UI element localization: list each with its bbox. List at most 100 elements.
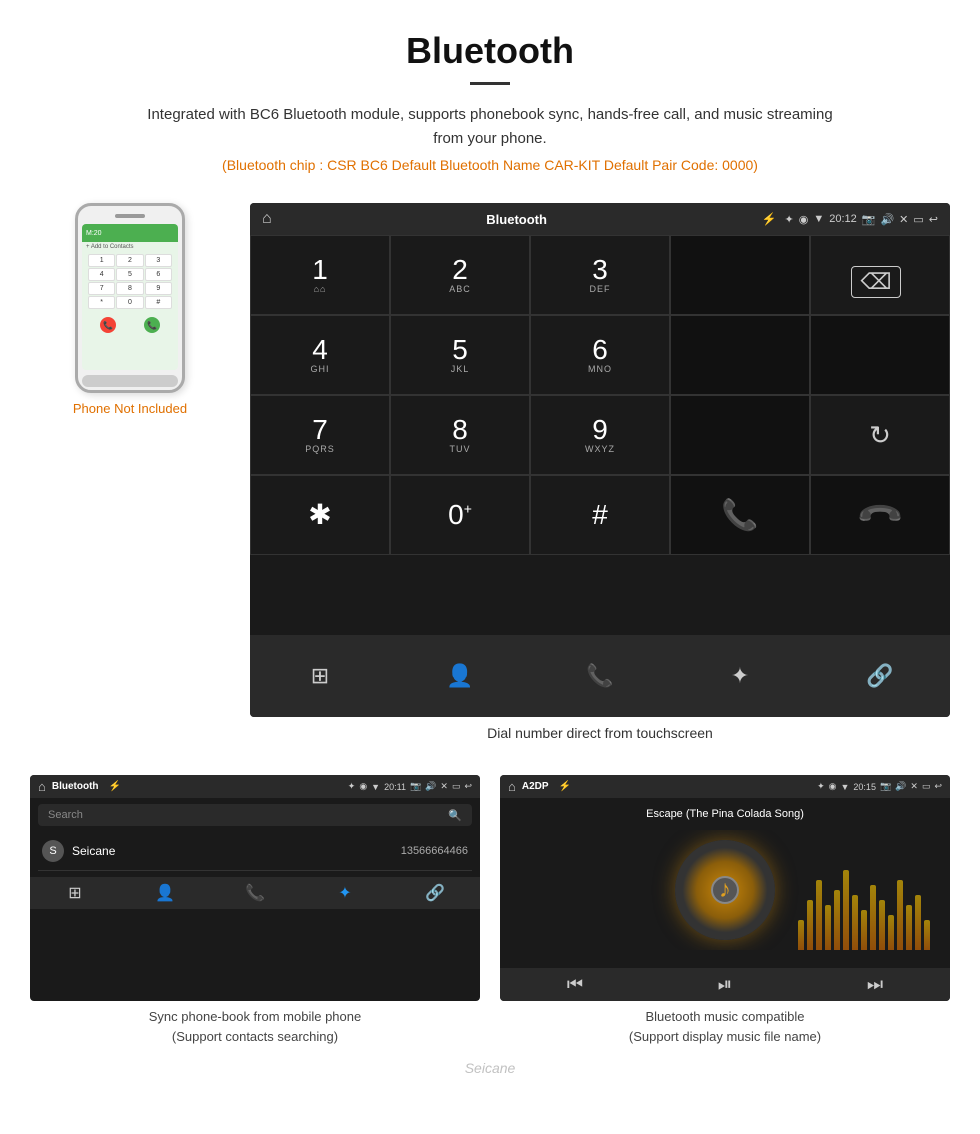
- music-note-icon: ♪: [719, 876, 731, 904]
- phonebook-search-bar[interactable]: Search 🔍: [38, 804, 472, 826]
- toolbar-phone-btn[interactable]: 📞: [530, 655, 670, 697]
- eq-bar: [879, 900, 885, 950]
- phone-reject-btn: 📞: [100, 317, 116, 333]
- eq-bar: [888, 915, 894, 950]
- phonebook-status-bar: ⌂ Bluetooth ⚡ ✦ ◉ ▼ 20:11 📷 🔊 ✕ ▭ ↩: [30, 775, 480, 798]
- phone-dial-key: 1: [88, 254, 115, 267]
- eq-bar: [834, 890, 840, 950]
- music-caption-line2: (Support display music file name): [500, 1027, 950, 1047]
- phone-dial-key: 4: [88, 268, 115, 281]
- key-4[interactable]: 4 GHI: [250, 315, 390, 395]
- music-cam-icon[interactable]: 📷: [880, 781, 891, 792]
- pb-win-icon[interactable]: ▭: [452, 781, 461, 792]
- phonebook-caption-line2: (Support contacts searching): [30, 1027, 480, 1047]
- key-3[interactable]: 3 DEF: [530, 235, 670, 315]
- home-icon[interactable]: ⌂: [262, 210, 272, 228]
- window-icon[interactable]: ▭: [913, 213, 923, 226]
- toolbar-link-btn[interactable]: 🔗: [810, 655, 950, 697]
- dialpad-screen-title: Bluetooth: [280, 212, 754, 227]
- phone-home-bar: [82, 375, 178, 387]
- key-8[interactable]: 8 TUV: [390, 395, 530, 475]
- music-sig-icon: ▼: [841, 782, 850, 792]
- music-album-art: ♪: [510, 830, 940, 950]
- pb-tb-link[interactable]: 🔗: [390, 883, 480, 903]
- location-icon: ◉: [799, 213, 809, 226]
- signal-icon: ▼: [813, 213, 824, 225]
- key-2[interactable]: 2 ABC: [390, 235, 530, 315]
- pb-usb-icon: ⚡: [109, 781, 121, 792]
- pb-cam-icon[interactable]: 📷: [410, 781, 421, 792]
- key-star[interactable]: ✱: [250, 475, 390, 555]
- phone-screen-bar: M:20: [82, 224, 178, 242]
- back-icon[interactable]: ↩: [929, 213, 938, 226]
- music-close-icon[interactable]: ✕: [910, 781, 918, 792]
- music-win-icon[interactable]: ▭: [922, 781, 931, 792]
- phone-dial-grid: 1 2 3 4 5 6 7 8 9 * 0 #: [86, 252, 174, 311]
- key-6[interactable]: 6 MNO: [530, 315, 670, 395]
- pb-tb-grid[interactable]: ⊞: [30, 883, 120, 903]
- dialpad-status-bar: ⌂ Bluetooth ⚡ ✦ ◉ ▼ 20:12 📷 🔊 ✕ ▭ ↩: [250, 203, 950, 235]
- phonebook-contact-row[interactable]: S Seicane 13566664466: [38, 832, 472, 871]
- key-call[interactable]: 📞: [670, 475, 810, 555]
- pb-home-icon[interactable]: ⌂: [38, 779, 46, 794]
- link-icon: 🔗: [866, 663, 893, 689]
- close-icon[interactable]: ✕: [899, 213, 908, 226]
- key-hash[interactable]: #: [530, 475, 670, 555]
- music-bt-icon: ✦: [817, 781, 825, 792]
- contact-avatar: S: [42, 840, 64, 862]
- pb-back-icon[interactable]: ↩: [464, 781, 472, 792]
- toolbar-bluetooth-btn[interactable]: ✦: [670, 655, 810, 697]
- dialpad-grid: 1 ⌂⌂ 2 ABC 3 DEF ⌫: [250, 235, 950, 635]
- grid-icon: ⊞: [311, 663, 329, 689]
- phonebook-screen: ⌂ Bluetooth ⚡ ✦ ◉ ▼ 20:11 📷 🔊 ✕ ▭ ↩: [30, 775, 480, 1001]
- key-refresh[interactable]: ↻: [810, 395, 950, 475]
- key-1[interactable]: 1 ⌂⌂: [250, 235, 390, 315]
- page-header: Bluetooth Integrated with BC6 Bluetooth …: [0, 0, 980, 183]
- toolbar-contact-btn[interactable]: 👤: [390, 655, 530, 697]
- bluetooth-status-icon: ✦: [785, 213, 794, 226]
- pb-close-icon[interactable]: ✕: [440, 781, 448, 792]
- phone-dial-key: *: [88, 296, 115, 309]
- toolbar-grid-btn[interactable]: ⊞: [250, 655, 390, 697]
- pb-tb-phone[interactable]: 📞: [210, 883, 300, 903]
- pb-bt-icon: ✦: [348, 781, 356, 792]
- music-vol-icon[interactable]: 🔊: [895, 781, 906, 792]
- contact-name: Seicane: [72, 844, 401, 858]
- music-back-icon[interactable]: ↩: [934, 781, 942, 792]
- key-0[interactable]: 0+: [390, 475, 530, 555]
- eq-bar: [915, 895, 921, 950]
- music-next-btn[interactable]: ⏭: [800, 974, 950, 995]
- phone-call-btn: 📞: [144, 317, 160, 333]
- key-5[interactable]: 5 JKL: [390, 315, 530, 395]
- status-right: ✦ ◉ ▼ 20:12 📷 🔊 ✕ ▭ ↩: [785, 213, 939, 226]
- display-field: [670, 235, 810, 315]
- volume-icon[interactable]: 🔊: [880, 213, 894, 226]
- music-usb-icon: ⚡: [559, 781, 571, 792]
- music-caption-line1: Bluetooth music compatible: [500, 1007, 950, 1027]
- phone-container: M:20 + Add to Contacts 1 2 3 4 5 6 7 8: [30, 203, 230, 416]
- phonebook-caption: Sync phone-book from mobile phone (Suppo…: [30, 1001, 480, 1048]
- music-prev-btn[interactable]: ⏮: [500, 974, 650, 995]
- phone-not-included-label: Phone Not Included: [73, 401, 187, 416]
- pb-tb-contact[interactable]: 👤: [120, 883, 210, 903]
- music-status-right: ✦ ◉ ▼ 20:15 📷 🔊 ✕ ▭ ↩: [817, 781, 942, 792]
- music-home-icon[interactable]: ⌂: [508, 779, 516, 794]
- pb-vol-icon[interactable]: 🔊: [425, 781, 436, 792]
- music-content: Escape (The Pina Colada Song) ♪: [500, 798, 950, 960]
- eq-bar: [852, 895, 858, 950]
- phone-dial-key: 9: [145, 282, 172, 295]
- key-9[interactable]: 9 WXYZ: [530, 395, 670, 475]
- camera-icon[interactable]: 📷: [862, 213, 876, 226]
- key-backspace[interactable]: ⌫: [810, 235, 950, 315]
- music-play-btn[interactable]: ⏯: [650, 974, 800, 995]
- phone-dial-key: 2: [116, 254, 143, 267]
- dialpad-screen: ⌂ Bluetooth ⚡ ✦ ◉ ▼ 20:12 📷 🔊 ✕ ▭ ↩: [250, 203, 950, 717]
- pb-sig-icon: ▼: [371, 782, 380, 792]
- key-7[interactable]: 7 PQRS: [250, 395, 390, 475]
- page-title: Bluetooth: [20, 30, 960, 72]
- pb-tb-bluetooth[interactable]: ✦: [300, 883, 390, 903]
- title-underline: [470, 82, 510, 85]
- eq-bar: [861, 910, 867, 950]
- key-hangup[interactable]: 📞: [810, 475, 950, 555]
- music-screen: ⌂ A2DP ⚡ ✦ ◉ ▼ 20:15 📷 🔊 ✕ ▭ ↩: [500, 775, 950, 1001]
